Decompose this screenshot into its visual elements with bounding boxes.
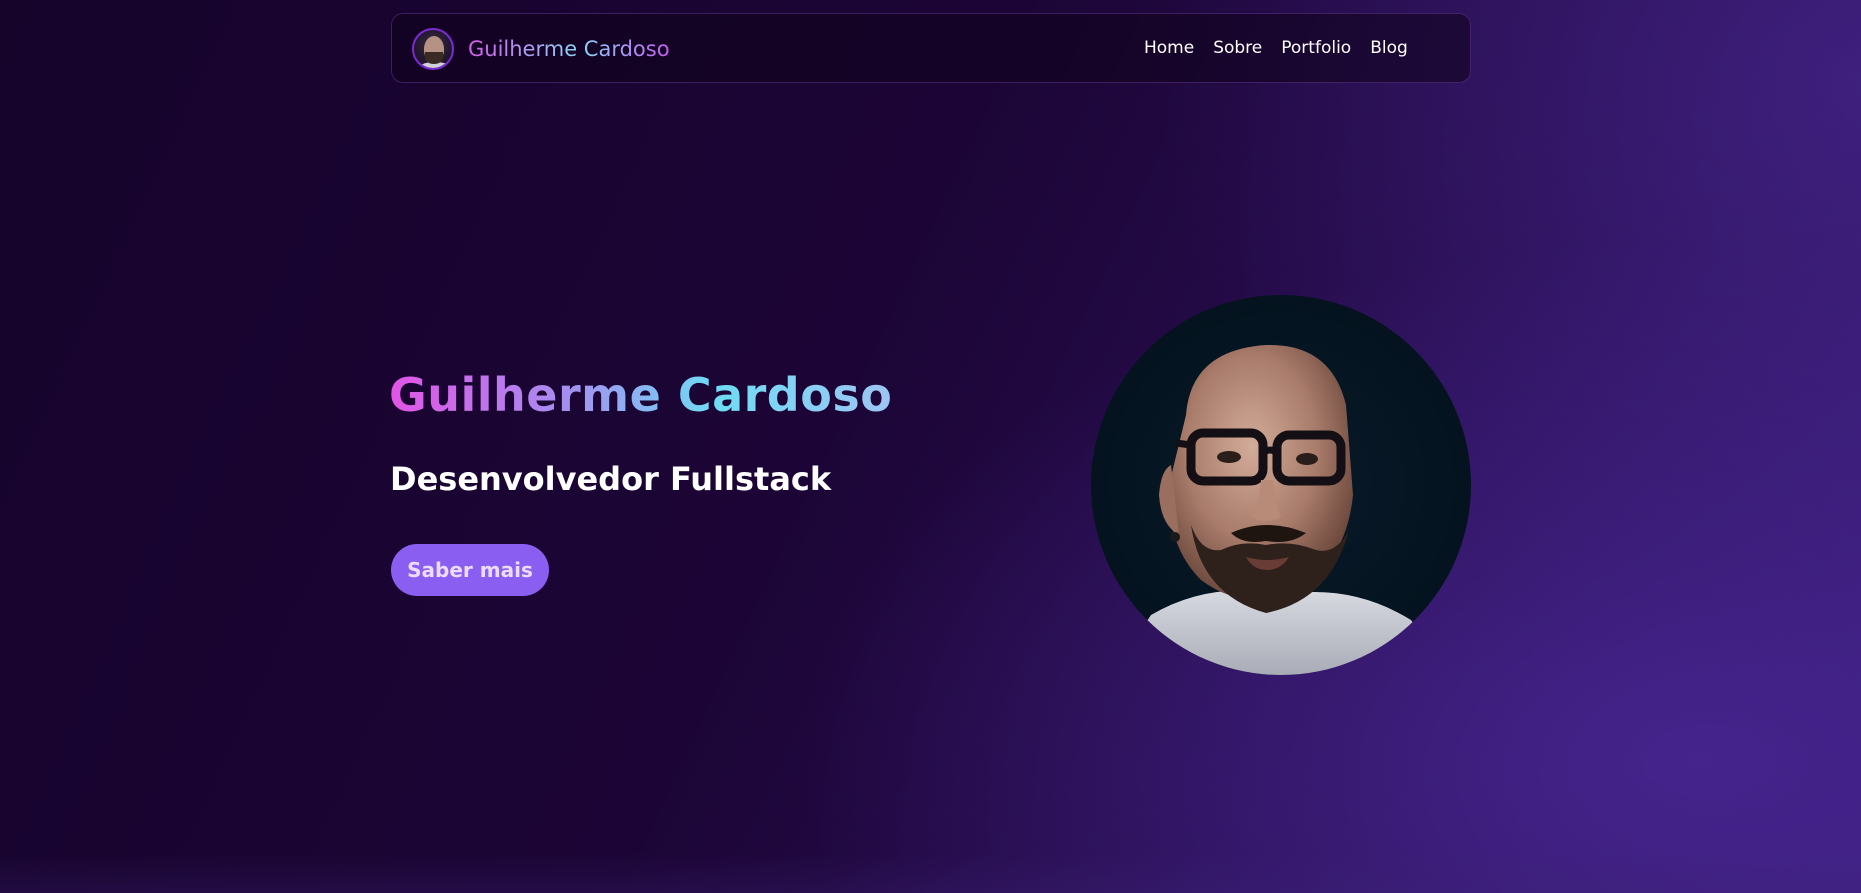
avatar (412, 28, 454, 70)
nav-item-portfolio[interactable]: Portfolio (1281, 38, 1351, 58)
nav-item-sobre[interactable]: Sobre (1213, 38, 1262, 58)
top-navbar: Guilherme Cardoso Home Sobre Portfolio B… (391, 13, 1471, 83)
hero-title: Guilherme Cardoso (389, 368, 893, 422)
nav-item-blog[interactable]: Blog (1370, 38, 1408, 58)
profile-photo (1091, 295, 1471, 675)
saber-mais-button[interactable]: Saber mais (391, 544, 549, 596)
nav-links: Home Sobre Portfolio Blog (1144, 38, 1427, 58)
nav-item-home[interactable]: Home (1144, 38, 1194, 58)
hero-subtitle: Desenvolvedor Fullstack (390, 460, 832, 498)
bottom-haze (0, 853, 1861, 893)
brand-name[interactable]: Guilherme Cardoso (468, 37, 670, 61)
brand[interactable]: Guilherme Cardoso (412, 28, 670, 70)
